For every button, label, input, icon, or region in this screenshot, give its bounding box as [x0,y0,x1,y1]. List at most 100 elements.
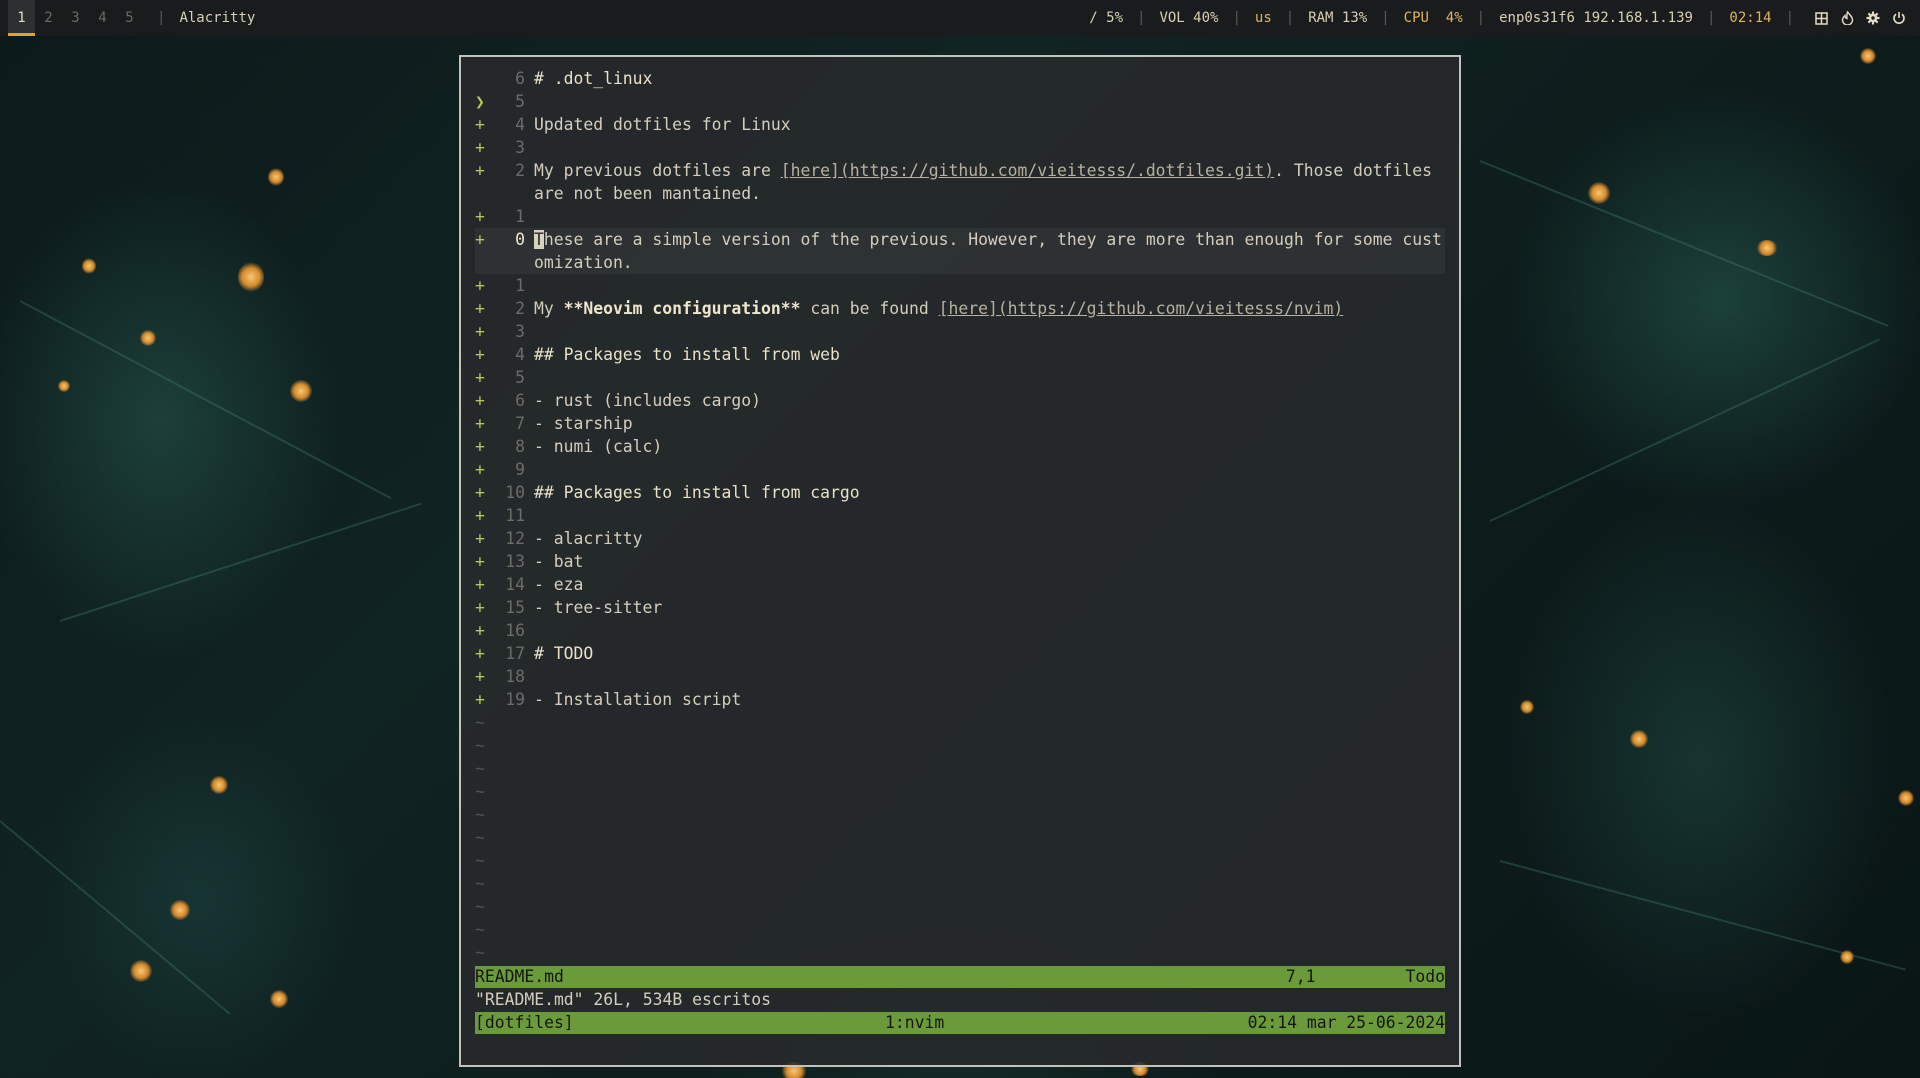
line-number: 10 [505,483,525,502]
command-line[interactable]: "README.md" 26L, 534B escritos [475,989,771,1011]
git-sign: ❯ [475,92,485,111]
git-sign: + [475,276,485,295]
line-text: ## Packages to install from web [534,343,840,366]
line-number: 9 [515,460,525,479]
git-sign: + [475,230,485,249]
separator: | [157,10,166,26]
line-number: 14 [505,575,525,594]
line-number: 0 [515,230,525,249]
clock: 02:14 [1729,10,1772,26]
workspace-1[interactable]: 1 [8,0,35,36]
empty-line: ~ [475,734,1445,757]
editor-line: +9 [475,458,1445,481]
line-number: 11 [505,506,525,525]
tilde-marker: ~ [475,874,485,893]
editor-line: +0 These are a simple version of the prev… [475,228,1445,251]
line-number: 17 [505,644,525,663]
grid-icon[interactable] [1814,11,1828,25]
empty-line: ~ [475,826,1445,849]
line-text: # .dot_linux [534,67,652,90]
empty-line: ~ [475,849,1445,872]
separator: | [1381,10,1390,26]
empty-line: ~ [475,757,1445,780]
editor-line: +1 [475,274,1445,297]
power-icon[interactable] [1892,11,1906,25]
line-text: # TODO [534,642,593,665]
markdown-heading: # .dot_linux [534,69,653,88]
line-content: My [534,299,564,318]
flame-icon[interactable] [1840,11,1854,25]
cpu-usage: CPU 4% [1403,10,1463,26]
workspace-5[interactable]: 5 [116,0,143,36]
line-content: - Installation script [534,690,742,709]
git-sign: + [475,368,485,387]
line-number: 19 [505,690,525,709]
line-number: 15 [505,598,525,617]
line-number: 16 [505,621,525,640]
editor-line: ❯ 5 [475,90,1445,113]
line-number: 3 [515,322,525,341]
editor-line: +5 [475,366,1445,389]
empty-line: ~ [475,711,1445,734]
separator: | [1232,10,1241,26]
volume-indicator[interactable]: VOL 40% [1159,10,1218,26]
empty-line: ~ [475,780,1445,803]
line-number: 1 [515,276,525,295]
git-sign: + [475,690,485,709]
line-number: 4 [515,345,525,364]
editor-line: +18 [475,665,1445,688]
editor-line: +4 ## Packages to install from web [475,343,1445,366]
bold-text: **Neovim configuration** [563,299,801,318]
markdown-link[interactable]: [here](https://github.com/vieitesss/.dot… [781,161,1274,180]
line-text: Updated dotfiles for Linux [534,113,791,136]
line-text: - numi (calc) [534,435,662,458]
network-status: enp0s31f6 192.168.1.139 [1499,10,1693,26]
separator: | [1137,10,1146,26]
git-sign: + [475,138,485,157]
tilde-marker: ~ [475,851,485,870]
editor-buffer[interactable]: 6 # .dot_linux ❯ 5 +4 Updated dotfiles for Li… [475,67,1445,964]
vim-statusline: README.md 7,1 Todo [475,966,1445,988]
git-sign: + [475,391,485,410]
line-content: - numi (calc) [534,437,663,456]
workspace-3[interactable]: 3 [62,0,89,36]
keyboard-layout[interactable]: us [1255,10,1272,26]
line-number: 13 [505,552,525,571]
editor-line: +8 - numi (calc) [475,435,1445,458]
git-sign: + [475,115,485,134]
tmux-statusbar: [dotfiles] 1:nvim 02:14 mar 25-06-2024 [475,1012,1445,1034]
line-text: - alacritty [534,527,643,550]
status-filename: README.md [475,967,564,986]
workspace-4[interactable]: 4 [89,0,116,36]
git-sign [475,67,493,90]
editor-line: +6 - rust (includes cargo) [475,389,1445,412]
tmux-window[interactable]: 1:nvim [885,1012,944,1034]
status-scroll: Todo [1405,967,1445,986]
editor-line-wrap: omization. [475,251,1445,274]
line-number: 7 [515,414,525,433]
editor-line: +7 - starship [475,412,1445,435]
line-number: 1 [515,207,525,226]
line-text: - bat [534,550,583,573]
editor-line: +10 ## Packages to install from cargo [475,481,1445,504]
editor-line: +2 My **Neovim configuration** can be fou… [475,297,1445,320]
terminal-window[interactable]: 6 # .dot_linux ❯ 5 +4 Updated dotfiles for Li… [459,55,1461,1067]
line-text: My **Neovim configuration** can be found… [534,297,1343,320]
tilde-marker: ~ [475,943,485,962]
empty-line: ~ [475,918,1445,941]
line-text: - Installation script [534,688,741,711]
editor-line: +13 - bat [475,550,1445,573]
line-text: My previous dotfiles are [here](https://… [534,159,1432,182]
editor-line: +19 - Installation script [475,688,1445,711]
tmux-datetime: 02:14 mar 25-06-2024 [1247,1013,1445,1032]
git-sign: + [475,552,485,571]
markdown-link[interactable]: [here](https://github.com/vieitesss/nvim… [939,299,1344,318]
workspace-2[interactable]: 2 [35,0,62,36]
gear-icon[interactable] [1866,11,1880,25]
git-sign: + [475,437,485,456]
line-text: ## Packages to install from cargo [534,481,860,504]
empty-line: ~ [475,803,1445,826]
separator: | [1476,10,1486,26]
line-number: 5 [515,92,525,111]
editor-line: +15 - tree-sitter [475,596,1445,619]
